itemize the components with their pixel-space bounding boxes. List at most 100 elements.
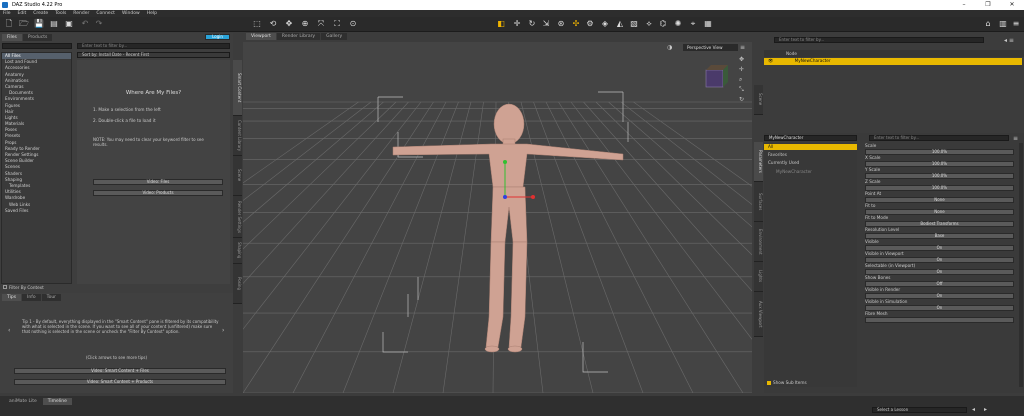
property-value-field[interactable]: 100.0% <box>865 161 1014 167</box>
universal-tool-icon[interactable]: ⊛ <box>556 19 566 29</box>
tab-viewport[interactable]: Viewport <box>246 33 276 40</box>
scene-item-mynewcharacter[interactable]: 👁 MyNewCharacter <box>764 58 1022 65</box>
param-node-dropdown[interactable]: MyNewCharacter <box>764 135 857 141</box>
active-pose-icon[interactable]: ✣ <box>571 19 581 29</box>
video-smart-content-products-button[interactable]: Video: Smart Content + Products <box>14 379 226 385</box>
property-value-field[interactable]: On <box>865 293 1014 299</box>
vtab-scene[interactable]: Scene <box>233 156 242 196</box>
video-smart-content-files-button[interactable]: Video: Smart Content + Files <box>14 368 226 374</box>
category-currently-used[interactable]: Currently Used <box>768 160 799 165</box>
sort-dropdown[interactable]: Sort by: Install Date - Recent First <box>77 52 230 58</box>
scene-menu-icon[interactable]: ◂ ≡ <box>1004 37 1014 44</box>
vtab-render-settings[interactable]: Render Settings <box>233 196 242 238</box>
visibility-eye-icon[interactable]: 👁 <box>768 58 773 63</box>
login-button[interactable]: Login <box>205 34 230 40</box>
save-as-icon[interactable]: ▤ <box>49 19 59 29</box>
property-value-field[interactable]: Off <box>865 281 1014 287</box>
menu-edit[interactable]: Edit <box>18 11 27 16</box>
menu-file[interactable]: File <box>3 11 11 16</box>
tab-render-library[interactable]: Render Library <box>276 33 321 40</box>
dolly-icon[interactable]: ⤡ <box>739 86 744 94</box>
maximize-icon[interactable]: ❐ <box>976 0 1000 10</box>
transform-active-icon[interactable]: ⟡ <box>644 19 654 29</box>
property-value-field[interactable]: Base <box>865 233 1014 239</box>
property-value-field[interactable]: 100.0% <box>865 185 1014 191</box>
viewport-tool-icon[interactable]: ⬚ <box>252 19 262 29</box>
menu-create[interactable]: Create <box>33 11 48 16</box>
vtab-parameters[interactable]: Parameters <box>754 142 763 182</box>
vtab-environment[interactable]: Environment <box>754 222 763 262</box>
tree-item[interactable]: Saved Files <box>2 208 71 214</box>
redo-icon[interactable]: ↷ <box>94 19 104 29</box>
category-tree-item[interactable]: MyNewCharacter <box>776 169 812 174</box>
camera-aim-icon[interactable]: ⊙ <box>348 19 358 29</box>
menu-window[interactable]: Window <box>122 11 140 16</box>
camera-pan-icon[interactable]: ✥ <box>284 19 294 29</box>
scale-icon[interactable]: ⇲ <box>541 19 551 29</box>
property-value-field[interactable]: 100.0% <box>865 149 1014 155</box>
vtab-content-library[interactable]: Content Library <box>233 116 242 156</box>
tab-gallery[interactable]: Gallery <box>321 33 348 40</box>
spot-render-icon[interactable]: ▧ <box>629 19 639 29</box>
viewport-menu-icon[interactable]: ≡ <box>740 44 745 51</box>
node-selection-icon[interactable]: ◧ <box>496 19 506 29</box>
menu-tools[interactable]: Tools <box>55 11 66 16</box>
lesson-next-icon[interactable]: ▸ <box>984 406 987 413</box>
save-icon[interactable]: 💾 <box>34 19 44 29</box>
viewport-3d[interactable]: Perspective View ◑ ≡ ✥ ✛ ⌕ ⤡ ↻ <box>243 42 752 393</box>
home-icon[interactable]: ⌂ <box>983 19 993 29</box>
file-search-input[interactable]: Enter text to filter by... <box>77 43 230 49</box>
close-icon[interactable]: ✕ <box>1000 0 1024 10</box>
vtab-lights[interactable]: Lights <box>754 262 763 292</box>
vtab-scene[interactable]: Scene <box>754 85 763 115</box>
render-icon[interactable]: ▣ <box>64 19 74 29</box>
measure-tool-icon[interactable]: ⌖ <box>688 19 698 29</box>
orbit-icon[interactable]: ✥ <box>739 56 744 63</box>
camera-rotate-icon[interactable]: ⟲ <box>268 19 278 29</box>
reset-view-icon[interactable]: ↻ <box>739 96 744 103</box>
zoom-icon[interactable]: ⌕ <box>739 76 742 84</box>
new-scene-icon[interactable]: 🗋 <box>4 19 14 29</box>
perspective-view-dropdown[interactable]: Perspective View <box>683 44 738 51</box>
minimize-icon[interactable]: – <box>952 0 976 10</box>
open-icon[interactable]: 🗁 <box>19 19 29 29</box>
tab-tips[interactable]: Tips <box>2 294 22 301</box>
property-value-field[interactable]: On <box>865 269 1014 275</box>
vtab-aux-viewport[interactable]: Aux Viewport <box>754 292 763 337</box>
tab-timeline[interactable]: Timeline <box>42 398 72 405</box>
scene-search-input[interactable]: Enter text to filter by... <box>774 37 984 43</box>
vtab-shaping[interactable]: Shaping <box>233 238 242 264</box>
param-search-input[interactable]: Enter text to filter by... <box>869 135 1009 141</box>
vtab-posing[interactable]: Posing <box>233 264 242 304</box>
next-tip-icon[interactable]: › <box>222 327 224 334</box>
undo-icon[interactable]: ↶ <box>80 19 90 29</box>
category-search-input[interactable] <box>2 43 72 49</box>
param-menu-icon[interactable]: ≡ <box>1013 135 1018 142</box>
category-all[interactable]: All <box>764 144 857 150</box>
property-value-field[interactable]: On <box>865 245 1014 251</box>
tab-products[interactable]: Products <box>22 34 53 41</box>
filter-by-context-checkbox[interactable]: Filter By Context <box>3 284 44 290</box>
property-value-field[interactable]: On <box>865 305 1014 311</box>
camera-zoom-icon[interactable]: ⊕ <box>300 19 310 29</box>
video-products-button[interactable]: Video: Products <box>93 190 223 196</box>
surface-selection-icon[interactable]: ◈ <box>600 19 610 29</box>
node-weight-icon[interactable]: ⌬ <box>658 19 668 29</box>
translate-icon[interactable]: ✛ <box>512 19 522 29</box>
viewport-scene[interactable] <box>243 42 752 393</box>
joint-editor-icon[interactable]: ⚙ <box>585 19 595 29</box>
viewport-options-icon[interactable]: ◑ <box>667 44 672 51</box>
vtab-surfaces[interactable]: Surfaces <box>754 182 763 222</box>
layout-icon[interactable]: ▥ <box>998 19 1008 29</box>
camera-dolly-icon[interactable]: ⤧ <box>316 19 326 29</box>
light-tool-icon[interactable]: ✺ <box>673 19 683 29</box>
camera-frame-icon[interactable]: ⛶ <box>332 19 342 29</box>
layout-menu-icon[interactable]: ≡ <box>1011 19 1021 29</box>
tab-tour[interactable]: Tour <box>41 294 62 301</box>
geometry-editor-icon[interactable]: ◭ <box>615 19 625 29</box>
region-navigator-icon[interactable]: ▦ <box>703 19 713 29</box>
property-value-field[interactable]: None <box>865 197 1014 203</box>
previous-tip-icon[interactable]: ‹ <box>8 327 10 334</box>
property-value-field[interactable] <box>865 317 1014 323</box>
vtab-smart-content[interactable]: Smart Content <box>233 60 242 116</box>
